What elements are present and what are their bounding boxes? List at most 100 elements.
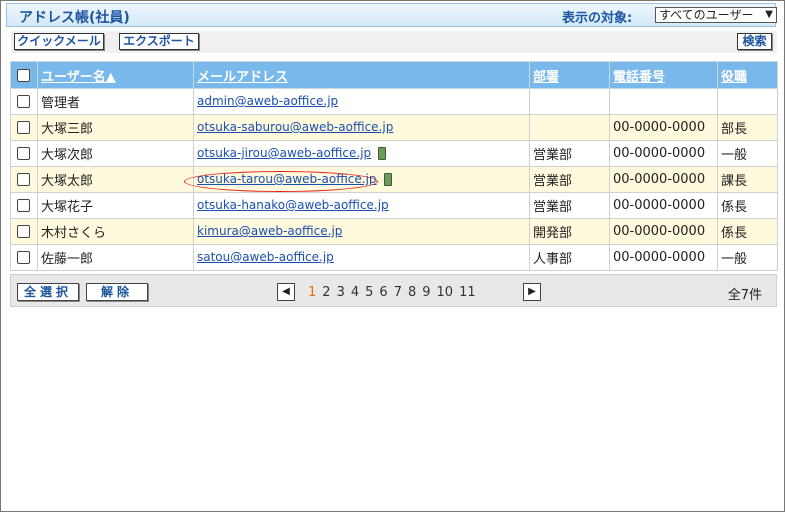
row-checkbox[interactable] xyxy=(17,225,30,238)
target-select-value: すべてのユーザー xyxy=(659,8,754,22)
page-link[interactable]: 9 xyxy=(422,285,430,300)
header-dept: 部署 xyxy=(529,61,610,89)
table-row: 大塚花子 otsuka-hanako@aweb-aoffice.jp 営業部 00-0… xyxy=(10,192,778,219)
user-name-cell: 佐藤一郎 xyxy=(37,244,194,271)
search-button[interactable]: 検索 xyxy=(737,33,772,50)
page-link[interactable]: 10 xyxy=(437,285,454,300)
chevron-down-icon: ▼ xyxy=(765,9,773,20)
dept-cell: 営業部 xyxy=(529,140,610,167)
address-book-window: アドレス帳(社員) 表示の対象: すべてのユーザー ▼ クイックメール エクスポ… xyxy=(0,0,785,512)
page-link[interactable]: 11 xyxy=(459,285,476,300)
user-name-cell: 大塚太郎 xyxy=(37,166,194,193)
email-link[interactable]: otsuka-saburou@aweb-aoffice.jp xyxy=(197,120,393,134)
email-cell: admin@aweb-aoffice.jp xyxy=(193,88,530,115)
phone-cell xyxy=(609,88,718,115)
table-row: 木村さくら kimura@aweb-aoffice.jp 開発部 00-0000-00… xyxy=(10,218,778,245)
page-title: アドレス帳(社員) xyxy=(19,10,130,26)
dept-cell: 営業部 xyxy=(529,166,610,193)
phone-cell: 00-0000-0000 xyxy=(609,192,718,219)
email-cell: otsuka-saburou@aweb-aoffice.jp xyxy=(193,114,530,141)
table-row: 大塚三郎 otsuka-saburou@aweb-aoffice.jp 00-000… xyxy=(10,114,778,141)
footer-bar: 全選択 解除 ◀ 1 2 3 4 5 6 7 8 9 10 11 ▶ 全7件 xyxy=(10,274,777,307)
dept-cell xyxy=(529,114,610,141)
row-checkbox-cell xyxy=(10,114,38,141)
title-cell: 係長 xyxy=(717,218,778,245)
title-cell: 係長 xyxy=(717,192,778,219)
header-phone: 電話番号 xyxy=(609,61,718,89)
page-link[interactable]: 3 xyxy=(337,285,345,300)
highlight-circle xyxy=(184,171,378,192)
email-link[interactable]: admin@aweb-aoffice.jp xyxy=(197,94,338,108)
user-name-cell: 大塚花子 xyxy=(37,192,194,219)
row-checkbox-cell xyxy=(10,244,38,271)
select-all-button[interactable]: 全選択 xyxy=(17,283,79,301)
page-link[interactable]: 8 xyxy=(408,285,416,300)
sort-email-link[interactable]: メールアドレス xyxy=(197,70,288,85)
export-button[interactable]: エクスポート xyxy=(119,33,199,50)
dept-cell xyxy=(529,88,610,115)
row-checkbox-cell xyxy=(10,218,38,245)
title-cell: 部長 xyxy=(717,114,778,141)
target-select[interactable]: すべてのユーザー ▼ xyxy=(655,7,777,23)
mobile-phone-icon xyxy=(383,173,392,186)
row-checkbox[interactable] xyxy=(17,121,30,134)
page-link[interactable]: 7 xyxy=(394,285,402,300)
table-row: 大塚太郎 otsuka-tarou@aweb-aoffice.jp 営業部 00-00… xyxy=(10,166,778,193)
page-link[interactable]: 2 xyxy=(322,285,330,300)
dept-cell: 人事部 xyxy=(529,244,610,271)
row-checkbox-cell xyxy=(10,192,38,219)
user-name-cell: 大塚三郎 xyxy=(37,114,194,141)
page-link[interactable]: 6 xyxy=(379,285,387,300)
dept-cell: 開発部 xyxy=(529,218,610,245)
address-table: ユーザー名▲ メールアドレス 部署 電話番号 役職 管理者 admin@aweb-… xyxy=(10,61,778,271)
email-link[interactable]: satou@aweb-aoffice.jp xyxy=(197,250,334,264)
sort-phone-link[interactable]: 電話番号 xyxy=(613,70,665,85)
quick-mail-button[interactable]: クイックメール xyxy=(14,33,104,50)
phone-cell: 00-0000-0000 xyxy=(609,114,718,141)
total-count: 全7件 xyxy=(727,288,762,303)
row-checkbox[interactable] xyxy=(17,251,30,264)
mobile-phone-icon xyxy=(378,147,387,160)
table-header-row: ユーザー名▲ メールアドレス 部署 電話番号 役職 xyxy=(10,61,778,89)
user-name-cell: 大塚次郎 xyxy=(37,140,194,167)
page-link[interactable]: 5 xyxy=(365,285,373,300)
user-name-cell: 木村さくら xyxy=(37,218,194,245)
page-link[interactable]: 1 xyxy=(308,285,316,300)
title-cell: 一般 xyxy=(717,140,778,167)
title-cell xyxy=(717,88,778,115)
table-row: 佐藤一郎 satou@aweb-aoffice.jp 人事部 00-0000-0000… xyxy=(10,244,778,271)
select-all-checkbox[interactable] xyxy=(17,68,30,82)
sort-user-name-link[interactable]: ユーザー名▲ xyxy=(41,70,116,85)
email-cell: otsuka-hanako@aweb-aoffice.jp xyxy=(193,192,530,219)
deselect-button[interactable]: 解除 xyxy=(86,283,148,301)
row-checkbox[interactable] xyxy=(17,95,30,108)
title-cell: 課長 xyxy=(717,166,778,193)
row-checkbox[interactable] xyxy=(17,199,30,212)
header-title: 役職 xyxy=(717,61,778,89)
row-checkbox[interactable] xyxy=(17,147,30,160)
sort-title-link[interactable]: 役職 xyxy=(721,70,747,85)
email-link[interactable]: otsuka-jirou@aweb-aoffice.jp xyxy=(197,146,371,160)
row-checkbox[interactable] xyxy=(17,173,30,186)
email-cell: otsuka-jirou@aweb-aoffice.jp xyxy=(193,140,530,167)
header-bar: アドレス帳(社員) 表示の対象: すべてのユーザー ▼ xyxy=(6,3,777,27)
user-name-cell: 管理者 xyxy=(37,88,194,115)
phone-cell: 00-0000-0000 xyxy=(609,218,718,245)
phone-cell: 00-0000-0000 xyxy=(609,166,718,193)
phone-cell: 00-0000-0000 xyxy=(609,244,718,271)
table-row: 大塚次郎 otsuka-jirou@aweb-aoffice.jp 営業部 00-00… xyxy=(10,140,778,167)
prev-page-button[interactable]: ◀ xyxy=(277,283,295,301)
dept-cell: 営業部 xyxy=(529,192,610,219)
email-link[interactable]: kimura@aweb-aoffice.jp xyxy=(197,224,342,238)
next-page-button[interactable]: ▶ xyxy=(523,283,541,301)
page-link[interactable]: 4 xyxy=(351,285,359,300)
title-cell: 一般 xyxy=(717,244,778,271)
table-row: 管理者 admin@aweb-aoffice.jp xyxy=(10,88,778,115)
phone-cell: 00-0000-0000 xyxy=(609,140,718,167)
header-checkbox-cell xyxy=(10,61,38,89)
toolbar: クイックメール エクスポート 検索 xyxy=(11,31,777,53)
sort-dept-link[interactable]: 部署 xyxy=(533,70,559,85)
header-email: メールアドレス xyxy=(193,61,530,89)
email-cell: kimura@aweb-aoffice.jp xyxy=(193,218,530,245)
email-link[interactable]: otsuka-hanako@aweb-aoffice.jp xyxy=(197,198,389,212)
